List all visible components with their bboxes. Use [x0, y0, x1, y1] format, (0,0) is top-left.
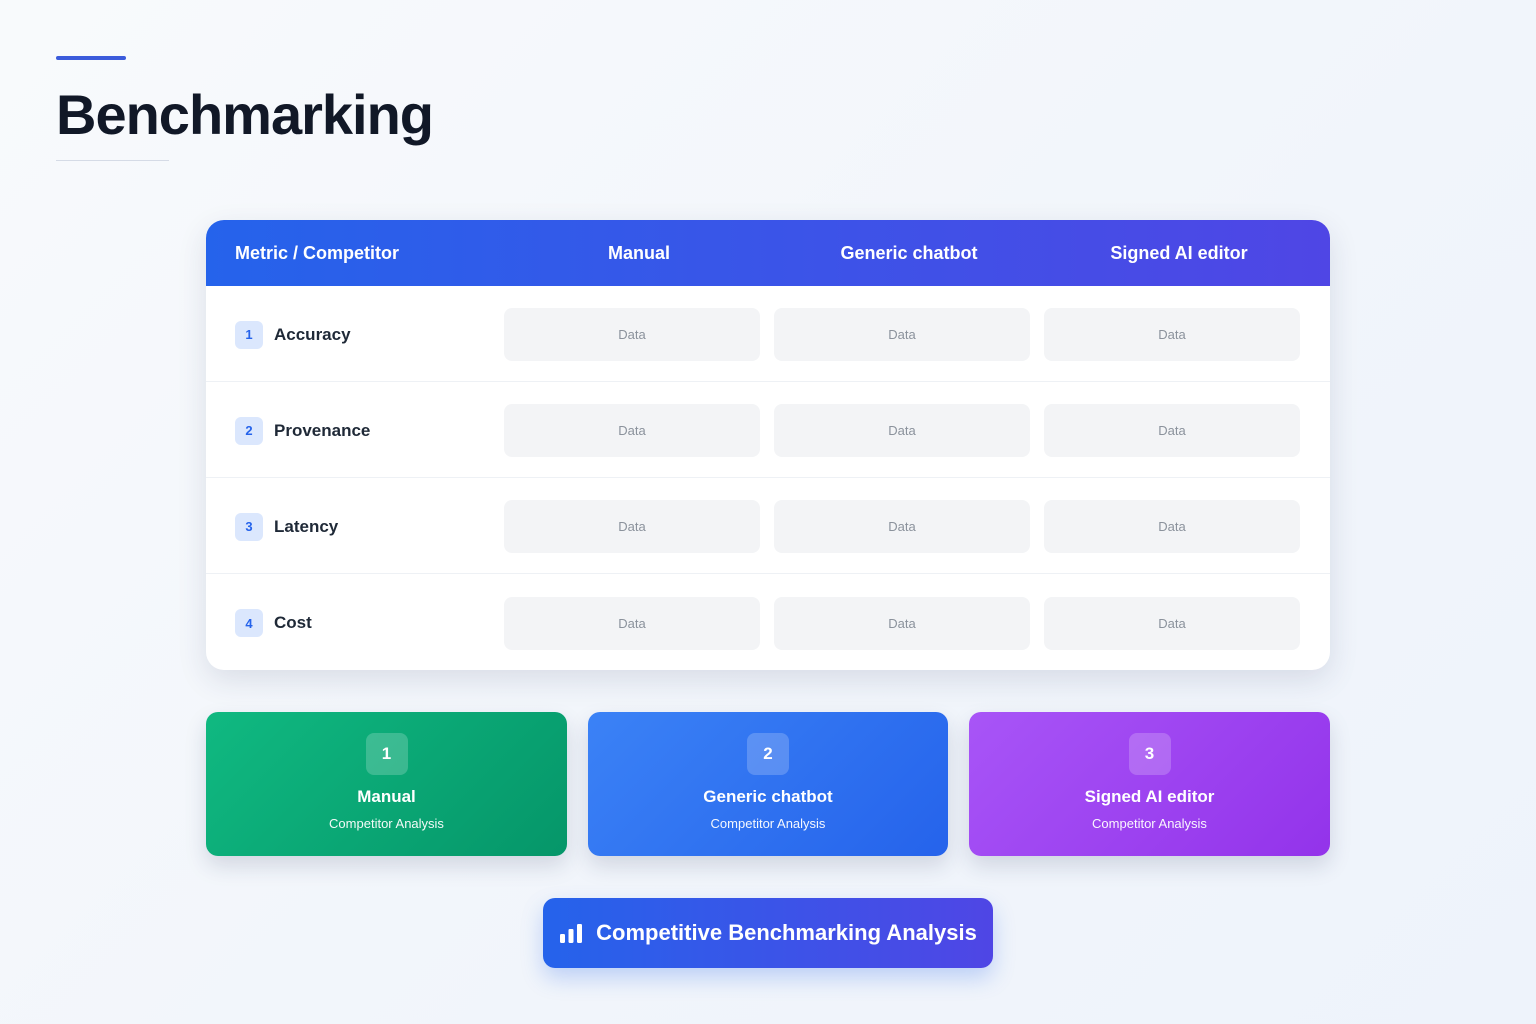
- data-cell: Data: [774, 308, 1030, 361]
- competitive-analysis-button[interactable]: Competitive Benchmarking Analysis: [543, 898, 993, 968]
- metric-cell: 4 Cost: [206, 609, 504, 637]
- table-row-provenance: 2 Provenance Data Data Data: [206, 382, 1330, 478]
- competitor-number-badge: 3: [1128, 733, 1171, 775]
- competitor-name: Manual: [357, 787, 416, 806]
- competitor-card-generic-chatbot: 2 Generic chatbot Competitor Analysis: [588, 712, 948, 856]
- data-cell: Data: [504, 308, 760, 361]
- table-row-latency: 3 Latency Data Data Data: [206, 478, 1330, 574]
- header-metric: Metric / Competitor: [235, 242, 400, 263]
- metric-label: Accuracy: [274, 324, 351, 344]
- competitor-name: Signed AI editor: [1084, 787, 1215, 806]
- competitor-card-manual: 1 Manual Competitor Analysis: [206, 712, 567, 856]
- table-row-cost: 4 Cost Data Data Data: [206, 574, 1330, 670]
- data-cell: Data: [504, 404, 760, 457]
- metric-number-badge: 3: [235, 512, 263, 541]
- bar-chart-icon: [559, 923, 583, 943]
- metric-label: Cost: [274, 613, 312, 632]
- data-cell: Data: [1044, 404, 1300, 457]
- competitor-subtitle: Competitor Analysis: [710, 816, 826, 831]
- competitor-subtitle: Competitor Analysis: [329, 816, 444, 831]
- table-row-accuracy: 1 Accuracy Data Data Data: [206, 286, 1330, 382]
- competitor-number-badge: 2: [747, 733, 789, 775]
- competitor-name: Generic chatbot: [703, 787, 833, 806]
- metric-cell: 1 Accuracy: [206, 320, 504, 349]
- title-divider: [56, 160, 169, 161]
- title-accent-line: [56, 56, 126, 60]
- metric-cell: 2 Provenance: [206, 416, 504, 445]
- data-cell: Data: [774, 596, 1030, 650]
- metric-number-badge: 1: [235, 320, 263, 349]
- header-manual: Manual: [607, 242, 670, 263]
- page-title: Benchmarking: [56, 83, 434, 146]
- metric-number-badge: 2: [235, 416, 263, 445]
- header-signed-ai-editor: Signed AI editor: [1110, 242, 1248, 263]
- competitor-card-signed-ai-editor: 3 Signed AI editor Competitor Analysis: [969, 712, 1330, 856]
- table-header: Metric / Competitor Manual Generic chatb…: [206, 220, 1330, 286]
- data-cell: Data: [504, 500, 760, 553]
- metric-number-badge: 4: [235, 609, 263, 637]
- data-cell: Data: [1044, 596, 1300, 650]
- benchmark-table: Metric / Competitor Manual Generic chatb…: [206, 220, 1330, 670]
- data-cell: Data: [1044, 308, 1300, 361]
- metric-label: Provenance: [274, 420, 371, 440]
- competitor-number-badge: 1: [365, 733, 408, 775]
- competitor-subtitle: Competitor Analysis: [1092, 816, 1207, 831]
- data-cell: Data: [504, 596, 760, 650]
- header-generic-chatbot: Generic chatbot: [840, 242, 978, 263]
- metric-label: Latency: [274, 516, 339, 536]
- data-cell: Data: [774, 500, 1030, 553]
- data-cell: Data: [1044, 500, 1300, 553]
- data-cell: Data: [774, 404, 1030, 457]
- banner-label: Competitive Benchmarking Analysis: [596, 920, 977, 945]
- metric-cell: 3 Latency: [206, 512, 504, 541]
